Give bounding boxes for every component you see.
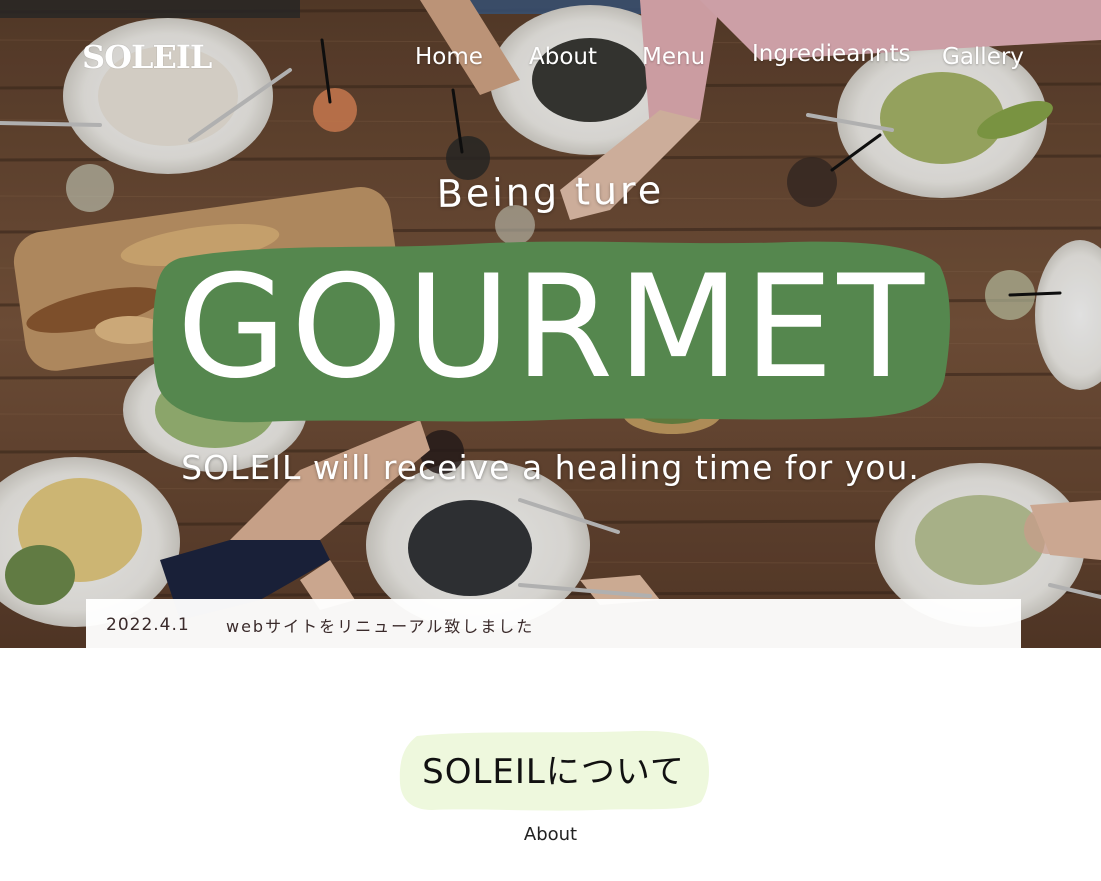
nav-item-home[interactable]: Home: [415, 44, 483, 70]
nav-item-about[interactable]: About: [529, 44, 597, 70]
hero-section: SOLEIL Home About Menu Ingredieannts Gal…: [0, 0, 1101, 648]
nav-item-ingredients[interactable]: Ingredieannts: [752, 41, 910, 67]
nav-item-menu[interactable]: Menu: [642, 44, 705, 70]
news-item-link[interactable]: webサイトをリニューアル致しました: [226, 613, 534, 637]
about-section-title: SOLEILについて: [422, 752, 685, 792]
hero-subtitle: SOLEIL will receive a healing time for y…: [181, 448, 920, 487]
news-bar: 2022.4.1 webサイトをリニューアル致しました: [86, 599, 1021, 651]
hero-headline: GOURMET: [176, 245, 929, 410]
main-nav: Home About Menu Ingredieannts Gallery: [0, 41, 1101, 78]
news-date: 2022.4.1: [106, 615, 190, 635]
about-section-subtitle: About: [523, 824, 578, 845]
nav-item-gallery[interactable]: Gallery: [942, 44, 1024, 70]
